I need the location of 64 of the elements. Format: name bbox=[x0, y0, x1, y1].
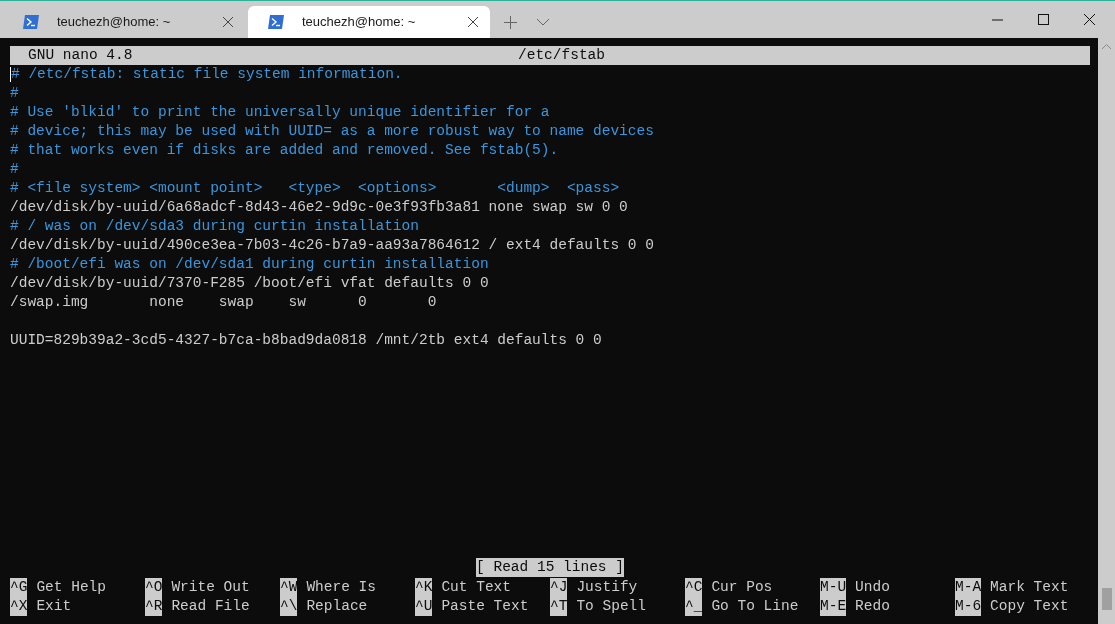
shortcut-label: Replace bbox=[305, 597, 368, 616]
maximize-icon[interactable] bbox=[1038, 14, 1049, 25]
close-icon[interactable] bbox=[1084, 14, 1095, 25]
comment-line: # Use 'blkid' to print the universally unique identifier for a bbox=[10, 103, 550, 122]
chevron-up-icon[interactable] bbox=[1102, 44, 1111, 49]
status-message: [ Read 15 lines ] bbox=[476, 558, 624, 577]
shortcut-key: M-E bbox=[820, 597, 847, 616]
shortcut-label: Redo bbox=[854, 597, 890, 616]
scrollbar-thumb[interactable] bbox=[1101, 588, 1112, 610]
tab-title: teuchezh@home: ~ bbox=[57, 13, 172, 32]
shortcut-key: M-A bbox=[955, 578, 982, 597]
shortcut-label: Cut Text bbox=[440, 578, 512, 597]
shortcut-key: ^J bbox=[550, 578, 568, 597]
comment-line: # <file system> <mount point> <type> <options> <dump> <pass> bbox=[10, 179, 620, 198]
shortcut-label: Get Help bbox=[35, 578, 107, 597]
shortcut-label: Exit bbox=[35, 597, 72, 616]
plus-icon[interactable] bbox=[504, 15, 517, 29]
shortcut-key: ^U bbox=[415, 597, 433, 616]
code-line: /dev/disk/by-uuid/490ce3ea-7b03-4c26-b7a9-aa93a7864612 / ext4 defaults 0 0 bbox=[10, 236, 654, 255]
tab-title: teuchezh@home: ~ bbox=[302, 13, 417, 32]
comment-line: # / was on /dev/sda3 during curtin installation bbox=[10, 217, 419, 236]
shortcut-label: Copy Text bbox=[989, 597, 1069, 616]
terminal-icon bbox=[23, 15, 39, 29]
file-name: /etc/fstab bbox=[518, 46, 605, 65]
shortcut-key: ^C bbox=[685, 578, 703, 597]
shortcut-key: ^X bbox=[10, 597, 28, 616]
shortcut-key: ^K bbox=[415, 578, 433, 597]
code-line: /dev/disk/by-uuid/7370-F285 /boot/efi vfat defaults 0 0 bbox=[10, 274, 489, 293]
minimize-icon[interactable] bbox=[992, 18, 1003, 21]
shortcut-key: ^G bbox=[10, 578, 28, 597]
comment-line: # /etc/fstab: static file system information. bbox=[11, 65, 403, 84]
chevron-down-icon[interactable] bbox=[537, 18, 549, 26]
shortcut-key: ^O bbox=[145, 578, 163, 597]
close-icon[interactable] bbox=[468, 17, 478, 27]
shortcut-key: ^T bbox=[550, 597, 568, 616]
comment-line: # bbox=[10, 160, 19, 179]
shortcut-label: Cur Pos bbox=[710, 578, 773, 597]
shortcut-key: M-U bbox=[820, 578, 847, 597]
shortcut-key: ^W bbox=[280, 578, 298, 597]
shortcut-label: Paste Text bbox=[440, 597, 529, 616]
code-line: /dev/disk/by-uuid/6a68adcf-8d43-46e2-9d9c-0e3f93fb3a81 none swap sw 0 0 bbox=[10, 198, 628, 217]
shortcut-label: Undo bbox=[854, 578, 890, 597]
shortcut-label: Justify bbox=[575, 578, 638, 597]
shortcut-key: M-6 bbox=[955, 597, 982, 616]
shortcut-label: Read File bbox=[170, 597, 250, 616]
text-cursor bbox=[10, 67, 11, 82]
shortcut-label: Go To Line bbox=[710, 597, 799, 616]
comment-line: # that works even if disks are added and removed. See fstab(5). bbox=[10, 141, 559, 160]
shortcut-label: Mark Text bbox=[989, 578, 1069, 597]
code-line: /swap.img none swap sw 0 0 bbox=[10, 293, 437, 312]
comment-line: # /boot/efi was on /dev/sda1 during curtin installation bbox=[10, 255, 489, 274]
editor-version: GNU nano 4.8 bbox=[27, 46, 134, 65]
close-icon[interactable] bbox=[223, 17, 233, 27]
terminal-tab[interactable]: teuchezh@home: ~ bbox=[248, 6, 490, 38]
shortcut-key: ^\ bbox=[280, 597, 298, 616]
shortcut-key: ^R bbox=[145, 597, 163, 616]
shortcut-label: Write Out bbox=[170, 578, 250, 597]
shortcut-label: Where Is bbox=[305, 578, 377, 597]
shortcut-label: To Spell bbox=[575, 597, 647, 616]
code-line: UUID=829b39a2-3cd5-4327-b7ca-b8bad9da0818 /mnt/2tb ext4 defaults 0 0 bbox=[10, 331, 602, 350]
comment-line: # bbox=[10, 84, 19, 103]
comment-line: # device; this may be used with UUID= as a more robust way to name devices bbox=[10, 122, 654, 141]
terminal-icon bbox=[268, 15, 284, 29]
shortcut-key: ^_ bbox=[685, 597, 703, 616]
